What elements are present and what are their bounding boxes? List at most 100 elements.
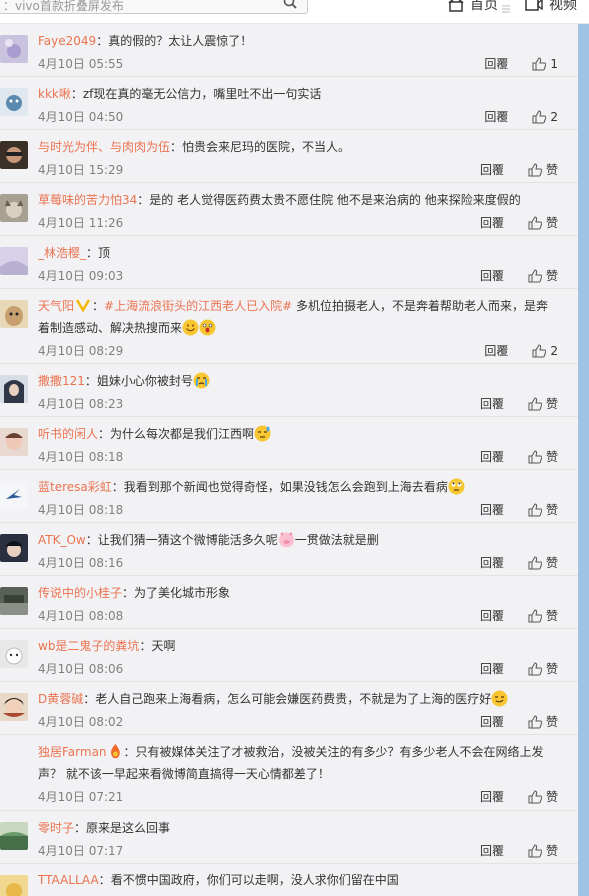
nav-video[interactable]: 视频 (525, 0, 577, 14)
nav-home[interactable]: 首页 (448, 0, 498, 14)
like-count: 赞 (545, 163, 558, 177)
like-button[interactable]: 赞 (528, 214, 558, 231)
comment-username[interactable]: 草莓味的苦力怕34 (38, 193, 137, 207)
sweat-emoji-icon (254, 425, 271, 442)
reply-button[interactable]: 回覆 (484, 55, 508, 72)
like-button[interactable]: 赞 (528, 161, 558, 178)
comment-username[interactable]: 听书的闲人 (38, 427, 98, 441)
comment-body-continued: 一贯做法就是删 (294, 533, 379, 547)
like-button[interactable]: 赞 (528, 395, 558, 412)
avatar[interactable] (0, 640, 28, 668)
like-button[interactable]: 赞 (528, 607, 558, 624)
comment-item: 与时光为伴、与肉肉为伍：怕贵会来尼玛的医院，不当人。 4月10日 15:29 回… (0, 130, 578, 183)
comment-time: 4月10日 08:18 (38, 503, 124, 517)
comment-body: 真的假的？太让人震惊了！ (108, 34, 253, 48)
comment-username[interactable]: 传说中的小桂子 (38, 586, 122, 600)
avatar[interactable] (0, 587, 28, 615)
comment-text: kkk啾：zf现在真的毫无公信力，嘴里吐不出一句实话 (38, 87, 322, 101)
comment-body: 老人自己跑来上海看病，怎么可能会嫌医药费贵，不就是为了上海的医疗好 (95, 692, 492, 706)
search-box[interactable]: ：vivo首款折叠屏发布 (0, 0, 308, 14)
comment-username[interactable]: 与时光为伴、与肉肉为伍 (38, 140, 170, 154)
avatar[interactable] (0, 428, 28, 456)
reply-button[interactable]: 回覆 (484, 342, 508, 359)
reply-button[interactable]: 回覆 (480, 448, 504, 465)
search-input[interactable]: ：vivo首款折叠屏发布 (3, 0, 124, 14)
smile-emoji-icon (182, 319, 199, 336)
like-button[interactable]: 2 (532, 344, 558, 358)
like-count: 1 (550, 56, 558, 71)
menu-lines-icon (502, 5, 510, 13)
like-count: 赞 (545, 450, 558, 464)
avatar[interactable] (0, 693, 28, 721)
comment-username[interactable]: 独居Farman (38, 745, 107, 759)
reply-button[interactable]: 回覆 (480, 395, 504, 412)
comment-body: 让我们猜一猜这个微博能活多久呢 (97, 533, 278, 547)
avatar[interactable] (0, 35, 28, 63)
avatar[interactable] (0, 375, 28, 403)
comment-item: D黄蓉碱：老人自己跑来上海看病，怎么可能会嫌医药费贵，不就是为了上海的医疗好 4… (0, 682, 578, 735)
like-count: 赞 (545, 503, 558, 517)
reply-button[interactable]: 回覆 (480, 713, 504, 730)
like-button[interactable]: 赞 (528, 267, 558, 284)
reply-button[interactable]: 回覆 (480, 161, 504, 178)
comment-username[interactable]: 蓝teresa彩虹 (38, 480, 112, 494)
like-button[interactable]: 赞 (528, 788, 558, 805)
avatar[interactable] (0, 194, 28, 222)
like-button[interactable]: 赞 (528, 554, 558, 571)
like-button[interactable]: 赞 (528, 842, 558, 859)
like-button[interactable]: 赞 (528, 660, 558, 677)
reply-button[interactable]: 回覆 (480, 842, 504, 859)
like-button[interactable]: 赞 (528, 448, 558, 465)
reply-button[interactable]: 回覆 (480, 267, 504, 284)
comment-list: Faye2049：真的假的？太让人震惊了！ 4月10日 05:55 回覆 1 k… (0, 24, 578, 896)
comment-username[interactable]: D黄蓉碱 (38, 692, 83, 706)
comment-username[interactable]: 零时子 (38, 821, 74, 835)
comment-text: wb是二鬼子的粪坑：天啊 (38, 639, 176, 653)
comment-username[interactable]: kkk啾 (38, 87, 71, 101)
like-button[interactable]: 1 (532, 57, 558, 71)
thumbs-up-icon (532, 56, 547, 70)
avatar[interactable] (0, 746, 28, 774)
reply-button[interactable]: 回覆 (480, 660, 504, 677)
like-button[interactable]: 赞 (528, 713, 558, 730)
shocked-emoji-icon (199, 319, 216, 336)
avatar[interactable] (0, 534, 28, 562)
topic-hashtag[interactable]: #上海流浪街头的江西老人已入院# (104, 299, 292, 313)
comment-username[interactable]: _林浩樱_ (38, 246, 86, 260)
rolling-eyes-emoji-icon (448, 478, 465, 495)
avatar[interactable] (0, 822, 28, 850)
thumbs-up-icon (528, 396, 542, 410)
like-button[interactable]: 赞 (528, 501, 558, 518)
reply-button[interactable]: 回覆 (484, 108, 508, 125)
reply-button[interactable]: 回覆 (480, 214, 504, 231)
avatar[interactable] (0, 300, 28, 328)
thumbs-up-icon (528, 449, 542, 463)
avatar[interactable] (0, 247, 28, 275)
reply-button[interactable]: 回覆 (480, 554, 504, 571)
comment-username[interactable]: ATK_Ow (38, 533, 86, 547)
comment-username[interactable]: 天气阳 (38, 299, 74, 313)
comment-username[interactable]: TTAALLAA (38, 873, 99, 887)
reply-button[interactable]: 回覆 (480, 607, 504, 624)
reply-button[interactable]: 回覆 (480, 788, 504, 805)
comment-username[interactable]: 撒撒121 (38, 374, 85, 388)
comment-username[interactable]: wb是二鬼子的粪坑 (38, 639, 139, 653)
comment-text: 零时子：原来是这么回事 (38, 821, 171, 835)
pig-emoji-icon (278, 532, 294, 548)
avatar[interactable] (0, 481, 28, 509)
comment-item: 听书的闲人：为什么每次都是我们江西啊 4月10日 08:18 回覆 赞 (0, 417, 578, 470)
thumbs-up-icon (528, 789, 542, 803)
avatar[interactable] (0, 875, 28, 896)
avatar[interactable] (0, 88, 28, 116)
comment-username[interactable]: Faye2049 (38, 34, 96, 48)
reply-button[interactable]: 回覆 (480, 501, 504, 518)
comment-body: 为了美化城市形象 (134, 586, 231, 600)
comment-text: 草莓味的苦力怕34：是的 老人觉得医药费太贵不愿住院 他不是来治病的 他来探险来… (38, 193, 521, 207)
search-icon[interactable] (283, 0, 297, 9)
video-icon (525, 0, 543, 11)
avatar[interactable] (0, 141, 28, 169)
like-button[interactable]: 2 (532, 110, 558, 124)
thumbs-up-icon (532, 109, 547, 123)
comment-item: TTAALLAA：看不惯中国政府，你们可以走啊，没人求你们留在中国 (0, 864, 578, 896)
like-count: 赞 (545, 397, 558, 411)
